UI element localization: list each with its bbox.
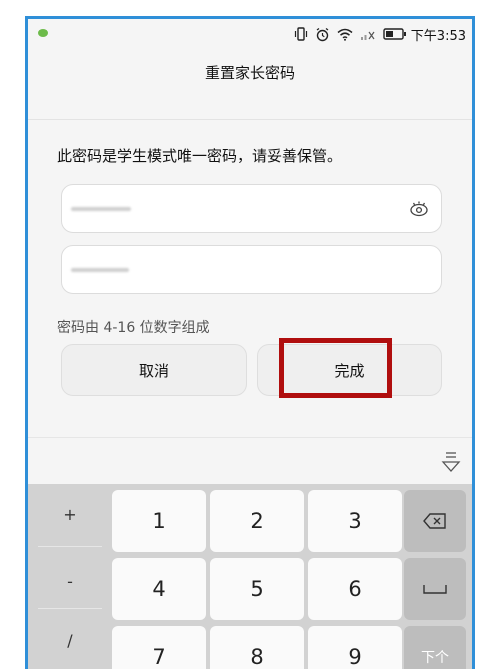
status-icons [294,27,407,42]
masked-password-text [71,207,131,211]
numeric-keyboard: + - / 1 2 3 4 5 6 7 8 9 下个 [28,484,472,669]
key-9[interactable]: 9 [308,626,402,669]
battery-icon [383,28,406,40]
status-bar: 下午3:53 [28,19,472,49]
key-2[interactable]: 2 [210,490,304,552]
space-key[interactable] [404,558,466,620]
key-7[interactable]: 7 [112,626,206,669]
title-divider [28,119,472,120]
password-notice: 此密码是学生模式唯一密码，请妥善保管。 [57,147,343,165]
confirm-password-input[interactable] [61,245,442,294]
alarm-icon [316,27,329,41]
key-slash[interactable]: / [38,610,102,669]
page-title: 重置家长密码 [204,63,295,82]
done-button[interactable]: 完成 [257,344,442,396]
password-rule-hint: 密码由 4-16 位数字组成 [57,320,210,336]
symbol-column: + - / [28,484,112,669]
wifi-icon [337,28,353,41]
key-1[interactable]: 1 [112,490,206,552]
symbol-divider [38,608,102,609]
key-3[interactable]: 3 [308,490,402,552]
notification-icon [38,29,48,37]
masked-confirm-text [71,268,129,272]
next-key[interactable]: 下个 [404,626,466,669]
key-5[interactable]: 5 [210,558,304,620]
password-input[interactable] [61,184,442,233]
status-time: 下午3:53 [410,28,466,44]
signal-icon [360,31,375,40]
key-8[interactable]: 8 [210,626,304,669]
backspace-key[interactable] [404,490,466,552]
key-4[interactable]: 4 [112,558,206,620]
cancel-button[interactable]: 取消 [61,344,247,396]
keyboard-toolbar [28,437,472,484]
symbol-divider [38,546,102,547]
key-6[interactable]: 6 [308,558,402,620]
space-icon [423,585,447,594]
eye-icon[interactable] [409,199,429,219]
key-plus[interactable]: + [38,484,102,544]
backspace-icon [423,513,446,529]
key-minus[interactable]: - [38,551,102,611]
keyboard-collapse-icon[interactable] [440,450,462,474]
phone-screen-frame: 下午3:53 重置家长密码 此密码是学生模式唯一密码，请妥善保管。 密码由 4-… [25,16,475,669]
vibrate-icon [294,27,307,41]
